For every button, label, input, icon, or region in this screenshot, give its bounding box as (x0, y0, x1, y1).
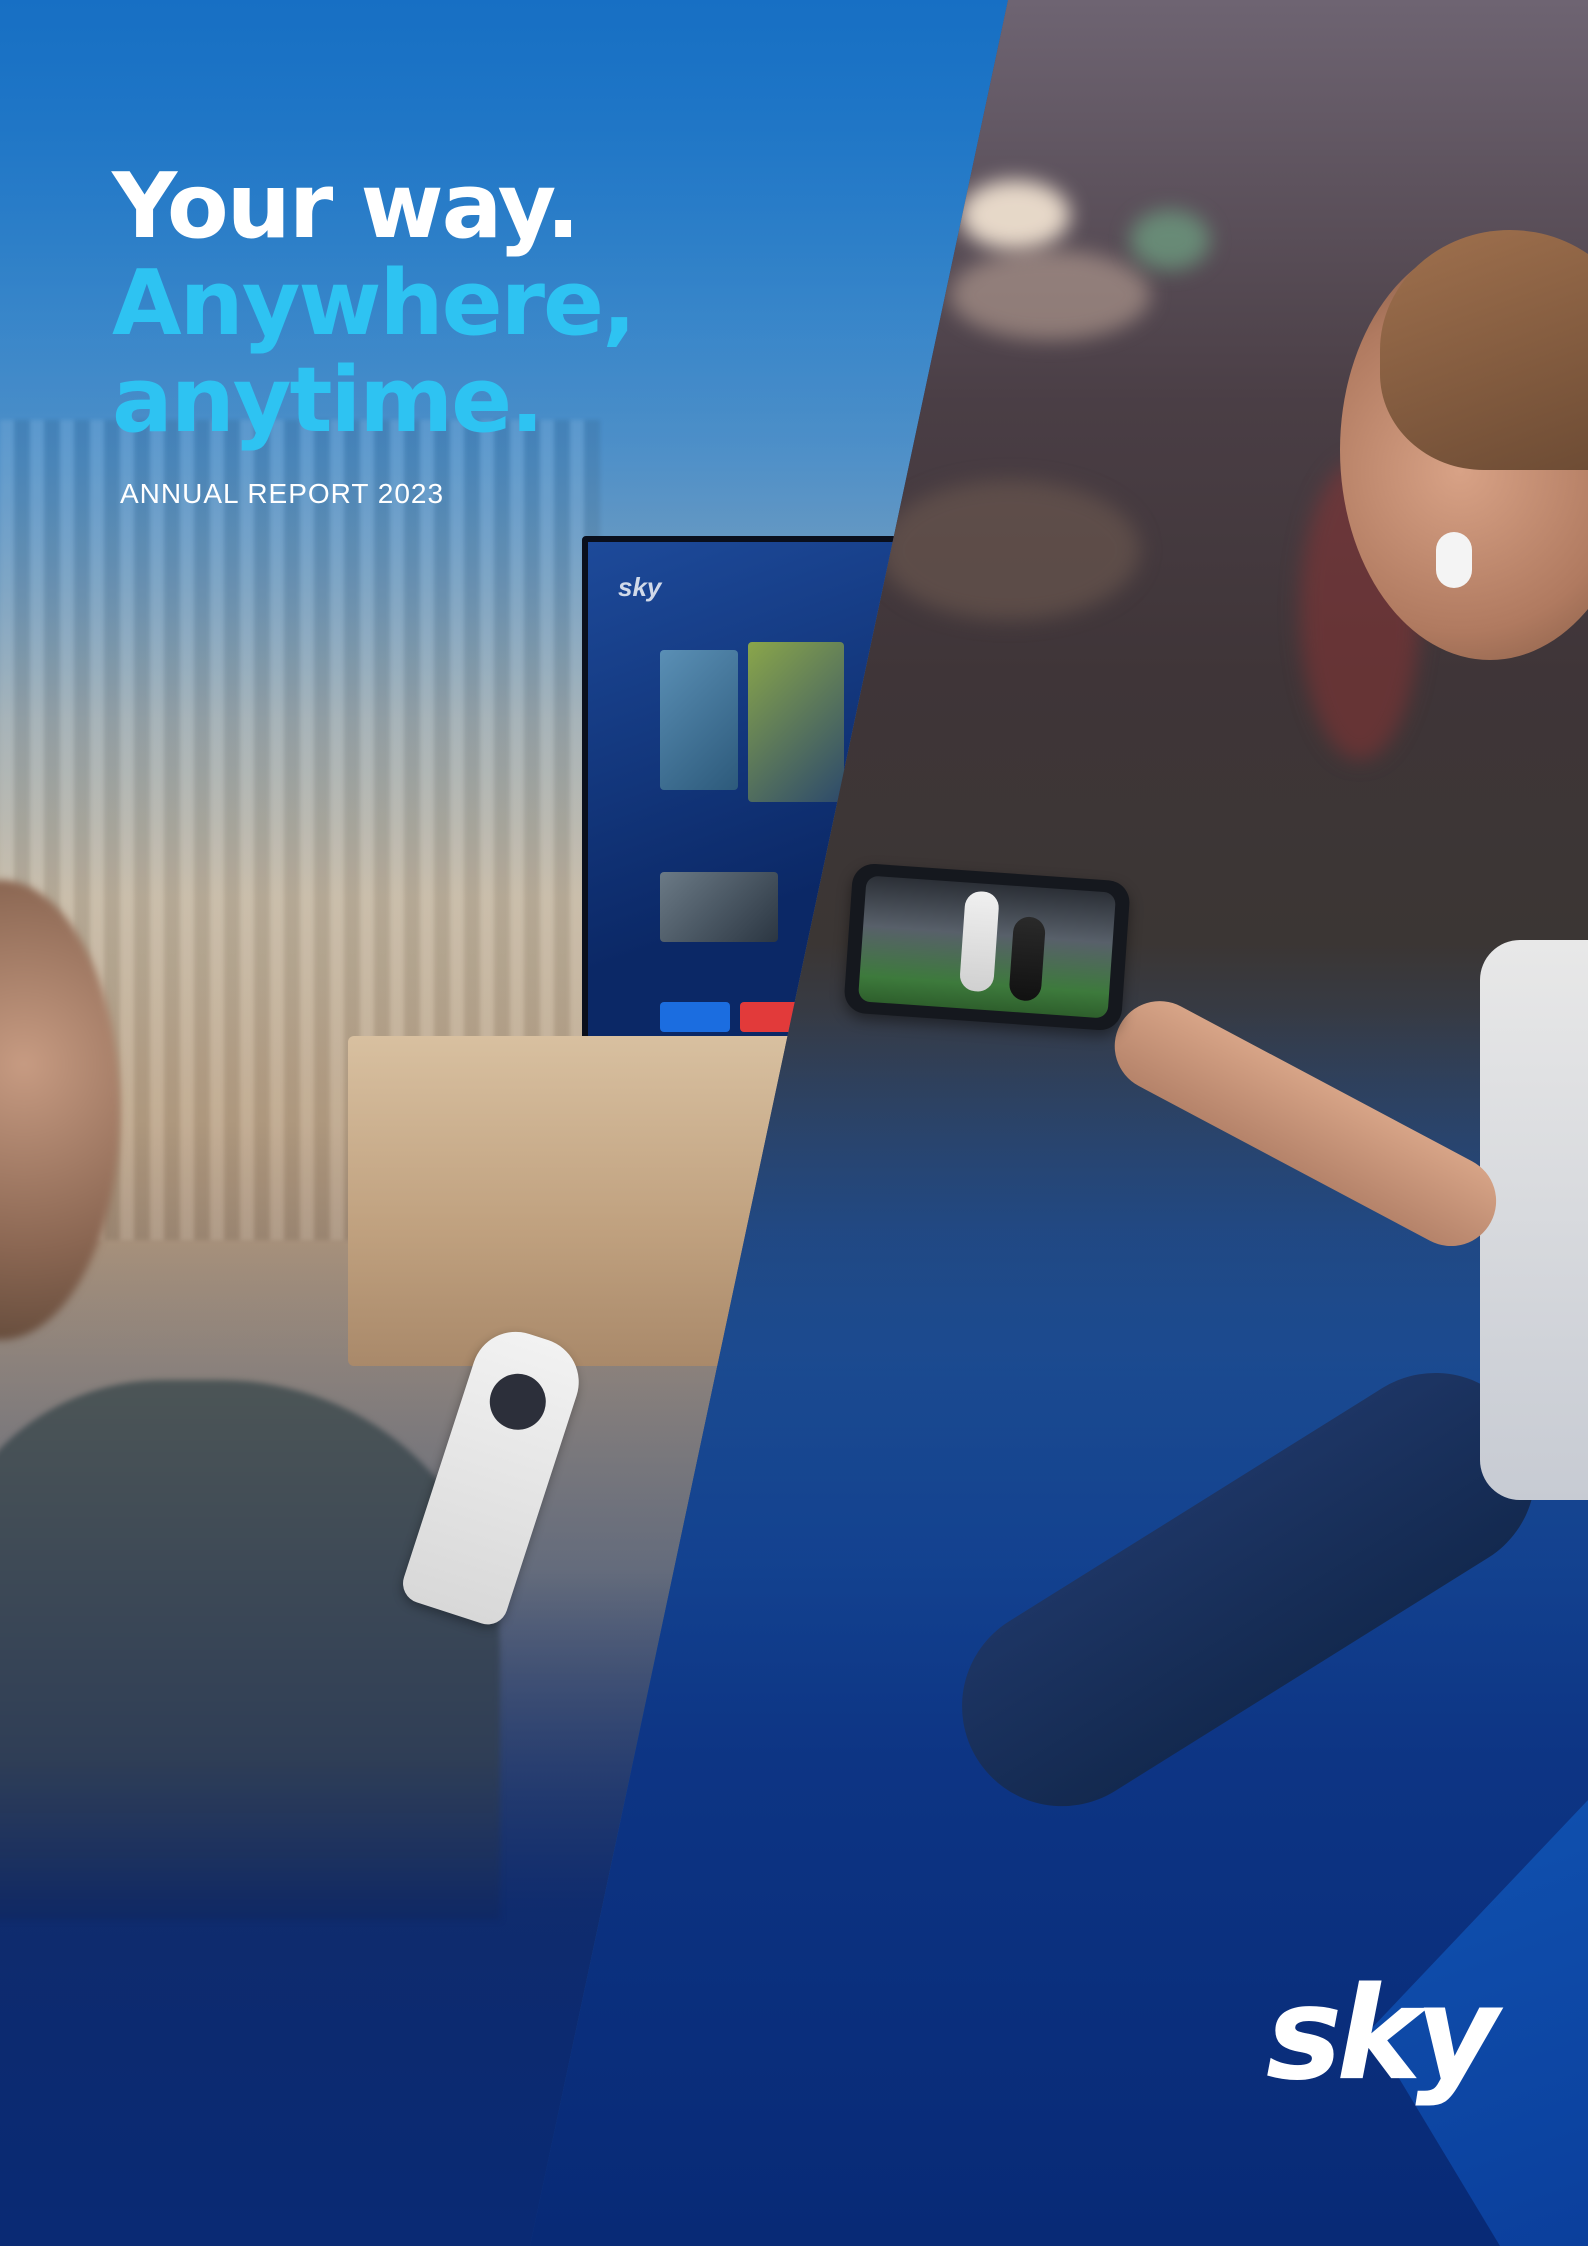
headline-line-2: Anywhere, (112, 251, 636, 356)
tv-tile (660, 650, 738, 790)
woman-hair (1380, 230, 1588, 470)
woman-leg (924, 1335, 1573, 1844)
tv-app-tile (660, 1002, 730, 1032)
tv-screen-logo: sky (618, 572, 662, 602)
gym-equipment (880, 480, 1140, 620)
smartphone (843, 862, 1131, 1032)
earbud (1436, 532, 1472, 588)
cover-headline: Your way. Anywhere, anytime. (112, 154, 636, 453)
ceiling-light (1130, 210, 1210, 270)
sky-logo: sky (1266, 1970, 1509, 2109)
man-body (0, 1380, 500, 1920)
headline-line-3: anytime. (112, 348, 544, 453)
tv-tile (660, 872, 778, 942)
ceiling-light (950, 250, 1150, 340)
annual-report-cover: sky Your way. Anywhere, anytime. ANNUAL … (0, 0, 1588, 2246)
ceiling-light (960, 180, 1070, 250)
tv-tile (748, 642, 844, 802)
headline-line-1: Your way. (112, 154, 580, 259)
woman-shirt (1480, 940, 1588, 1500)
player-dark-kit (1008, 915, 1047, 1002)
player-white-kit (958, 890, 1000, 993)
woman-arm (1098, 985, 1512, 1262)
report-subtitle: ANNUAL REPORT 2023 (120, 478, 445, 509)
remote-dpad (482, 1366, 554, 1438)
phone-screen-football-match (857, 875, 1117, 1019)
sky-logo-text: sky (1266, 1970, 1503, 2109)
